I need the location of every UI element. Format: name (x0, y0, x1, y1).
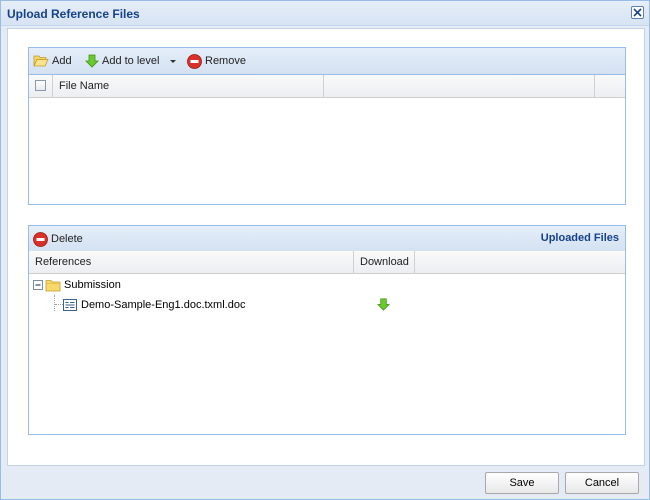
column-header-file-name[interactable]: File Name (53, 75, 324, 97)
download-arrow-icon (377, 298, 390, 311)
remove-button[interactable]: Remove (187, 52, 246, 70)
download-button[interactable] (377, 298, 390, 314)
dialog-title: Upload Reference Files (7, 7, 140, 21)
folder-icon (45, 279, 61, 291)
close-button[interactable] (631, 6, 644, 19)
upload-reference-files-dialog: Upload Reference Files Add Add to level … (0, 0, 650, 500)
tree-connector (55, 304, 63, 305)
select-all-checkbox[interactable] (35, 80, 46, 91)
delete-label: Delete (51, 233, 83, 245)
red-stop-icon (187, 53, 202, 69)
tree-connector (54, 295, 55, 311)
folder-open-icon (33, 55, 49, 67)
delete-button[interactable]: Delete (33, 230, 83, 248)
column-header-download[interactable]: Download (354, 251, 415, 273)
tree-minus-icon[interactable] (33, 280, 43, 290)
file-grid-header: File Name (29, 75, 625, 98)
tree-file-label: Demo-Sample-Eng1.doc.txml.doc (81, 299, 246, 311)
add-to-level-button[interactable]: Add to level (85, 52, 177, 70)
save-button[interactable]: Save (485, 472, 559, 494)
uploaded-files-heading: Uploaded Files (540, 232, 619, 244)
add-button[interactable]: Add (33, 52, 72, 70)
dialog-body: Add Add to level Remove File Name Delete… (7, 28, 645, 466)
red-stop-icon (33, 231, 48, 247)
uploaded-grid-header: References Download (29, 251, 625, 274)
uploaded-files-panel: Delete Uploaded Files References Downloa… (28, 225, 626, 435)
column-header-references[interactable]: References (29, 251, 354, 273)
close-icon (633, 8, 642, 17)
select-all-cell (29, 75, 53, 97)
tree-folder-label: Submission (64, 279, 121, 291)
chevron-down-icon (170, 59, 177, 63)
tree-folder-row[interactable]: Submission (33, 275, 121, 295)
column-header-2[interactable] (324, 75, 595, 97)
upload-files-panel: Add Add to level Remove File Name (28, 47, 626, 205)
cancel-button[interactable]: Cancel (565, 472, 639, 494)
remove-label: Remove (205, 55, 246, 67)
tree-file-row[interactable]: Demo-Sample-Eng1.doc.txml.doc (63, 295, 245, 315)
dialog-titlebar: Upload Reference Files (1, 1, 649, 26)
upload-toolbar: Add Add to level Remove (29, 48, 625, 75)
column-header-3[interactable] (415, 251, 625, 273)
document-icon (63, 299, 77, 311)
uploaded-toolbar: Delete Uploaded Files (29, 226, 625, 253)
add-to-level-label: Add to level (102, 55, 160, 67)
add-label: Add (52, 55, 72, 67)
column-header-3[interactable] (595, 75, 625, 97)
green-down-arrow-icon (85, 54, 99, 68)
